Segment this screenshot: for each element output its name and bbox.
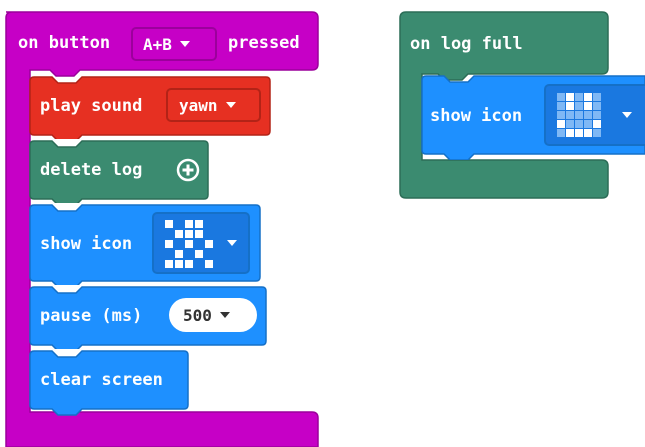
plus-circle-icon[interactable] [176, 158, 200, 182]
pause-label: pause (ms) [40, 306, 143, 326]
delete-log-label: delete log [40, 160, 143, 180]
on-button-prefix-label: on button [18, 33, 111, 53]
icon-select-dropdown[interactable] [152, 212, 250, 274]
button-select-dropdown[interactable]: A+B [131, 27, 217, 61]
happy-face-icon [557, 93, 601, 137]
show-icon-block[interactable]: show icon [420, 74, 645, 160]
pause-duration-value: 500 [183, 305, 212, 325]
chevron-down-icon [225, 102, 236, 108]
clear-screen-block[interactable]: clear screen [28, 349, 190, 416]
chevron-down-icon [219, 312, 230, 318]
clear-screen-label: clear screen [40, 370, 163, 390]
checkerboard-pattern-icon [165, 220, 213, 268]
show-icon-label: show icon [430, 106, 523, 126]
delete-log-block[interactable]: delete log [28, 139, 213, 203]
chevron-down-icon [622, 112, 632, 118]
pause-duration-dropdown[interactable]: 500 [169, 298, 257, 332]
show-icon-block[interactable]: show icon [28, 203, 263, 285]
sound-select-dropdown[interactable]: yawn [166, 88, 261, 122]
play-sound-label: play sound [40, 96, 143, 116]
play-sound-block[interactable]: play sound yawn [28, 75, 273, 139]
icon-select-dropdown[interactable] [544, 84, 645, 146]
button-select-value: A+B [143, 34, 172, 54]
pause-block[interactable]: pause (ms) 500 [28, 285, 270, 349]
show-icon-label: show icon [40, 234, 133, 254]
pressed-suffix-label: pressed [228, 33, 300, 53]
chevron-down-icon [179, 41, 190, 47]
sound-select-value: yawn [179, 95, 218, 115]
chevron-down-icon [227, 240, 237, 246]
on-log-full-label: on log full [410, 34, 523, 54]
